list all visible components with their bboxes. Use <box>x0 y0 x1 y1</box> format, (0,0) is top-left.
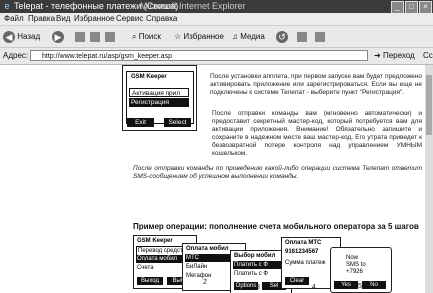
media-icon: ♫ <box>232 32 238 41</box>
vertical-scrollbar[interactable] <box>425 65 433 293</box>
menu-tools[interactable]: Сервис <box>116 13 143 25</box>
title-bar: e Telepat - телефонные платежи (Свиша) M… <box>0 0 433 14</box>
search-button[interactable]: ⌕ Поиск <box>132 30 161 43</box>
history-button[interactable]: ↺ <box>276 30 288 43</box>
menu-file[interactable]: Файл <box>4 13 24 25</box>
step-number-2: 2 <box>203 279 207 286</box>
print-button[interactable] <box>314 30 326 43</box>
menu-view[interactable]: Вид <box>56 13 70 25</box>
back-button[interactable]: ◀ Назад <box>3 30 40 43</box>
toolbar: ◀ Назад ▶ ⌕ Поиск ☆ Избранное ♫ Медиа ↺ <box>0 26 433 48</box>
refresh-button[interactable] <box>89 30 101 43</box>
step-number-3: 3 <box>256 284 260 291</box>
mail-button[interactable] <box>296 30 308 43</box>
paragraph-2: После отправки команды вам (мгновенно ав… <box>212 110 422 157</box>
step-5-line: +7926 <box>346 269 363 275</box>
ie-logo-icon: e <box>4 1 10 11</box>
go-arrow-icon: ➜ <box>374 51 381 60</box>
step-number-4: 4 <box>312 284 316 291</box>
phone-exit-key: Exit <box>127 118 154 127</box>
example-heading: Пример операции: пополнение счета мобиль… <box>133 222 419 231</box>
phone-mockup-main: GSM Keeper Активация прил Регистрация Ex… <box>122 65 197 131</box>
menu-edit[interactable]: Правка <box>28 13 55 25</box>
back-arrow-icon: ◀ <box>3 30 15 43</box>
go-button[interactable]: ➜ Переход Ссы <box>374 50 433 62</box>
links-label[interactable]: Ссы <box>423 51 433 60</box>
step-4-clear-key: Clear <box>285 277 309 285</box>
home-button[interactable] <box>104 30 116 43</box>
search-icon: ⌕ <box>132 32 137 41</box>
refresh-icon <box>90 31 100 42</box>
favorites-button[interactable]: ☆ Избранное <box>174 30 224 43</box>
favorites-label: Избранное <box>183 32 224 41</box>
menu-help[interactable]: Справка <box>146 13 177 25</box>
menu-favorites[interactable]: Избранное <box>74 13 115 25</box>
forward-button[interactable]: ▶ <box>52 30 64 43</box>
phone-screen: GSM Keeper Активация прил Регистрация <box>126 71 194 124</box>
address-input[interactable]: http://www.telepat.ru/asp/gsm_keeper.asp <box>30 50 368 61</box>
star-icon: ☆ <box>174 32 182 41</box>
menu-bar: Файл Правка Вид Избранное Сервис Справка <box>0 13 433 26</box>
media-button[interactable]: ♫ Медиа <box>232 30 265 43</box>
print-icon <box>315 31 325 42</box>
address-label: Адрес: <box>3 51 29 60</box>
mail-icon <box>297 31 307 42</box>
step-4-title: Оплата МТС <box>285 240 322 246</box>
browser-window: e Telepat - телефонные платежи (Свиша) M… <box>0 0 433 293</box>
step-1-left-key: Выход <box>137 277 163 285</box>
phone-select-key: Select <box>164 118 191 127</box>
phone-item-register: Регистрация <box>129 98 189 107</box>
phone-item-activate: Активация прил <box>129 88 189 97</box>
window-title-suffix: Microsoft Internet Explorer <box>140 1 246 11</box>
home-icon <box>105 31 115 42</box>
step-3-left-key: Options <box>234 282 258 290</box>
back-label: Назад <box>17 32 41 41</box>
media-label: Медиа <box>240 32 265 41</box>
step-5-no-key: No <box>362 281 386 289</box>
forward-arrow-icon: ▶ <box>52 30 64 43</box>
address-url: http://www.telepat.ru/asp/gsm_keeper.asp <box>42 53 172 60</box>
stop-button[interactable] <box>74 30 86 43</box>
phone-title: GSM Keeper <box>131 74 167 80</box>
address-bar: Адрес: http://www.telepat.ru/asp/gsm_kee… <box>0 48 433 65</box>
page-content: GSM Keeper Активация прил Регистрация Ex… <box>0 65 433 293</box>
paragraph-3: После отправки команды по проведению как… <box>133 165 422 180</box>
step-5-yes-key: Yes <box>334 281 358 289</box>
step-number-5: 5 <box>358 283 362 290</box>
go-label: Переход <box>382 51 415 60</box>
history-icon: ↺ <box>276 30 288 43</box>
scrollbar-thumb[interactable] <box>426 75 432 135</box>
search-label: Поиск <box>138 32 161 41</box>
paragraph-1: После установки апплета, при первом запу… <box>210 73 422 96</box>
stop-icon <box>75 31 85 42</box>
